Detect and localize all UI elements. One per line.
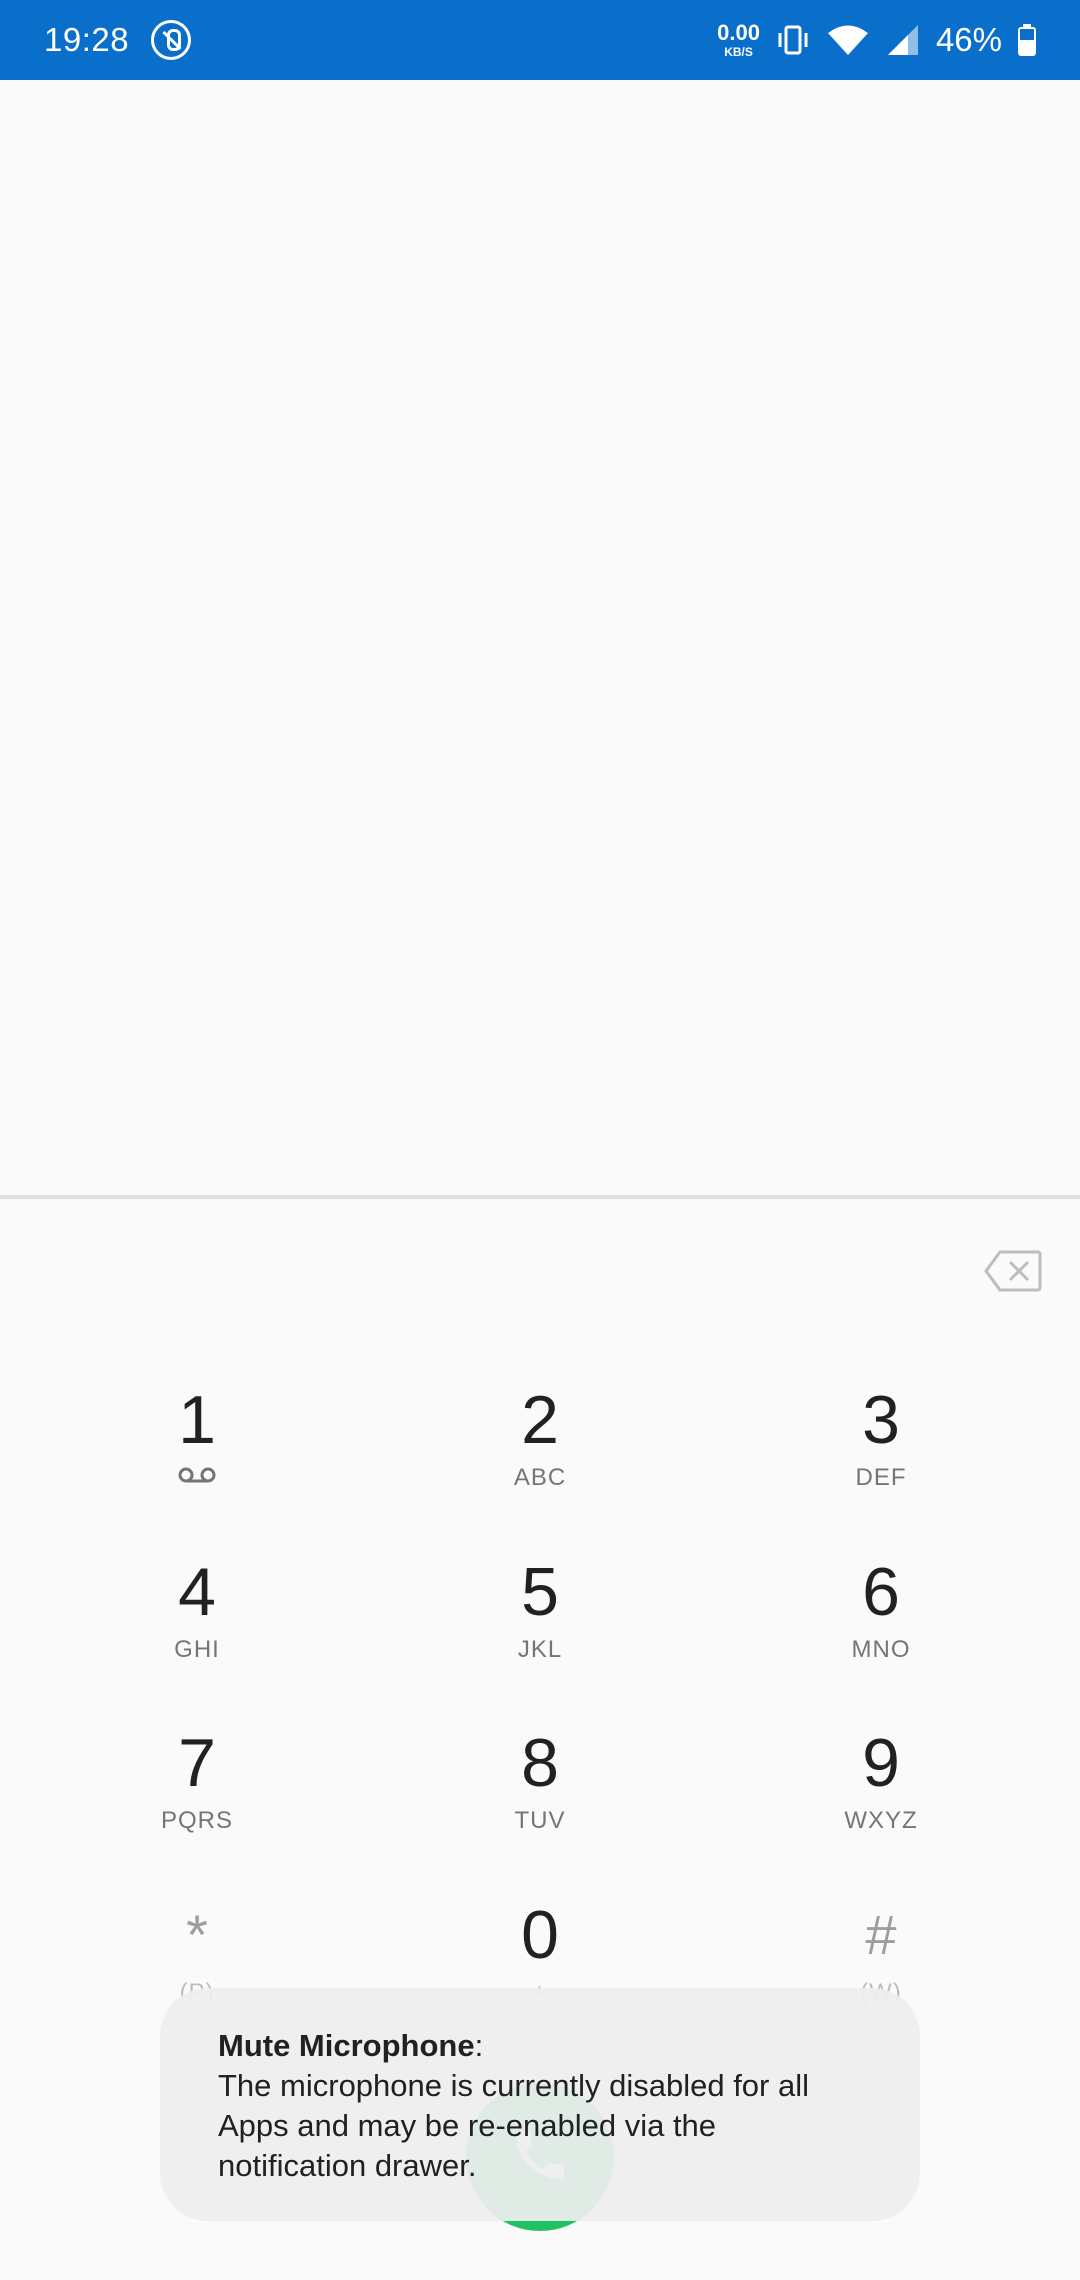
key-digit: 3: [862, 1382, 900, 1458]
key-8[interactable]: 8 TUV: [440, 1723, 640, 1873]
key-digit: 8: [521, 1725, 559, 1801]
key-9[interactable]: 9 WXYZ: [781, 1723, 981, 1873]
key-1[interactable]: 1: [97, 1380, 297, 1530]
battery-percent: 46%: [935, 21, 1002, 58]
dialed-number-area[interactable]: [0, 80, 1080, 1195]
mic-off-icon: [151, 20, 192, 60]
key-digit: #: [865, 1903, 897, 1966]
toast-title: Mute Microphone: [218, 2028, 475, 2063]
toast-heading: Mute Microphone:: [218, 2026, 862, 2066]
key-letters: JKL: [517, 1636, 563, 1663]
key-digit: *: [186, 1903, 208, 1966]
key-3[interactable]: 3 DEF: [781, 1380, 981, 1530]
network-speed-unit: KB/S: [724, 45, 753, 59]
status-time: 19:28: [44, 21, 130, 58]
key-4[interactable]: 4 GHI: [97, 1552, 297, 1702]
divider: [0, 1195, 1080, 1199]
signal-icon: [886, 24, 920, 56]
vibrate-icon: [776, 24, 810, 56]
network-speed: 0.00 KB/S: [717, 20, 760, 59]
key-letters: TUV: [514, 1807, 566, 1834]
key-digit: 9: [862, 1725, 900, 1801]
network-speed-value: 0.00: [717, 20, 760, 45]
key-5[interactable]: 5 JKL: [440, 1552, 640, 1702]
mute-microphone-toast: Mute Microphone: The microphone is curre…: [160, 1988, 920, 2221]
toast-title-suffix: :: [474, 2028, 484, 2063]
wifi-icon: [826, 24, 870, 56]
key-letters: ABC: [513, 1464, 567, 1491]
key-letters: MNO: [851, 1636, 911, 1663]
key-7[interactable]: 7 PQRS: [97, 1723, 297, 1873]
key-digit: 1: [178, 1382, 216, 1458]
key-digit: 6: [862, 1554, 900, 1630]
key-letters: WXYZ: [844, 1807, 918, 1834]
key-digit: 7: [178, 1725, 216, 1801]
key-2[interactable]: 2 ABC: [440, 1380, 640, 1530]
key-digit: 0: [521, 1897, 559, 1973]
battery-icon: [1018, 24, 1036, 56]
key-digit: 4: [178, 1554, 216, 1630]
key-6[interactable]: 6 MNO: [781, 1552, 981, 1702]
key-letters: PQRS: [160, 1807, 233, 1834]
toast-message: The microphone is currently disabled for…: [218, 2068, 809, 2183]
backspace-icon[interactable]: [984, 1250, 1042, 1292]
key-digit: 5: [521, 1554, 559, 1630]
key-digit: 2: [521, 1382, 559, 1458]
status-indicators: 0.00 KB/S 46%: [717, 21, 1036, 59]
voicemail-icon: [177, 1466, 217, 1489]
key-letters: GHI: [174, 1636, 220, 1663]
status-bar: 19:28 0.00 KB/S 46%: [0, 0, 1080, 80]
key-letters: DEF: [855, 1464, 907, 1491]
